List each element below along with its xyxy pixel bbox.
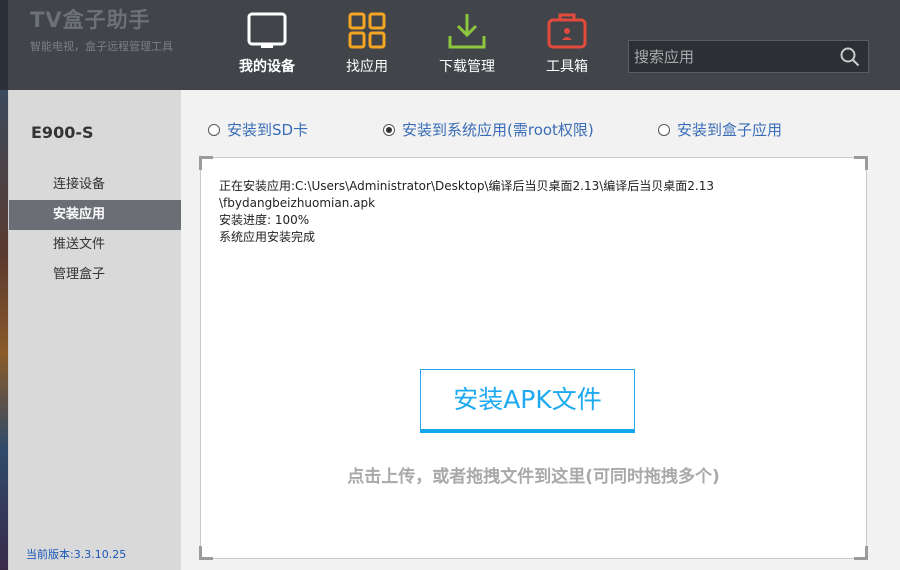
- header: TV盒子助手 智能电视，盒子远程管理工具 我的设备 找应用 下载管理 工具箱 搜…: [8, 0, 900, 90]
- nav-download-manager[interactable]: 下载管理: [422, 0, 512, 90]
- option-install-system[interactable]: 安装到系统应用(需root权限): [383, 119, 594, 140]
- install-apk-button[interactable]: 安装APK文件: [420, 369, 635, 433]
- option-install-sd[interactable]: 安装到SD卡: [208, 119, 308, 140]
- log-line: 正在安装应用:C:\Users\Administrator\Desktop\编译…: [219, 179, 715, 193]
- nav-label: 我的设备: [239, 59, 295, 75]
- file-drop-area[interactable]: 正在安装应用:C:\Users\Administrator\Desktop\编译…: [199, 156, 868, 560]
- search-box: [628, 40, 869, 73]
- sidebar: E900-S 连接设备 安装应用 推送文件 管理盒子 当前版本:3.3.10.2…: [8, 90, 182, 570]
- toolbox-icon: [547, 13, 587, 49]
- corner-bracket: [199, 156, 213, 170]
- nav-label: 下载管理: [439, 59, 495, 75]
- sidebar-item-install-app[interactable]: 安装应用: [9, 200, 182, 230]
- log-line: 系统应用安装完成: [219, 230, 316, 244]
- nav-find-apps[interactable]: 找应用: [322, 0, 412, 90]
- radio-button[interactable]: [208, 123, 220, 136]
- nav-my-devices[interactable]: 我的设备: [222, 0, 312, 90]
- option-install-box[interactable]: 安装到盒子应用: [658, 119, 782, 140]
- nav-label: 工具箱: [546, 59, 588, 75]
- install-log: 正在安装应用:C:\Users\Administrator\Desktop\编译…: [219, 178, 839, 246]
- search-input[interactable]: [629, 41, 834, 72]
- drop-hint: 点击上传，或者拖拽文件到这里(可同时拖拽多个): [347, 467, 720, 487]
- sidebar-menu: 连接设备 安装应用 推送文件 管理盒子: [9, 170, 182, 290]
- radio-button[interactable]: [658, 123, 670, 136]
- corner-bracket: [854, 546, 868, 560]
- nav-label: 找应用: [346, 59, 388, 75]
- radio-button-checked[interactable]: [383, 123, 395, 136]
- tablet-icon: [247, 12, 287, 48]
- option-label: 安装到SD卡: [227, 121, 309, 139]
- log-line: 安装进度: 100%: [219, 213, 310, 227]
- main-panel: 安装到SD卡 安装到系统应用(需root权限) 安装到盒子应用 正在安装应用:C…: [181, 90, 900, 570]
- option-label: 安装到盒子应用: [677, 121, 783, 139]
- version-label: 当前版本:3.3.10.25: [26, 548, 127, 561]
- corner-bracket: [199, 546, 213, 560]
- download-icon: [448, 14, 486, 49]
- nav-toolbox[interactable]: 工具箱: [522, 0, 612, 90]
- sidebar-item-push-file[interactable]: 推送文件: [9, 230, 182, 260]
- brand-subtitle: 智能电视，盒子远程管理工具: [30, 40, 173, 53]
- corner-bracket: [854, 156, 868, 170]
- device-name: E900-S: [31, 123, 94, 142]
- sidebar-item-manage-box[interactable]: 管理盒子: [9, 260, 182, 290]
- grid-icon: [348, 12, 386, 49]
- brand: TV盒子助手 智能电视，盒子远程管理工具: [30, 4, 173, 54]
- search-icon[interactable]: [840, 47, 860, 67]
- sidebar-item-connect-device[interactable]: 连接设备: [9, 170, 182, 200]
- option-label: 安装到系统应用(需root权限): [402, 121, 594, 139]
- log-line: \fbydangbeizhuomian.apk: [219, 196, 376, 210]
- app-window: TV盒子助手 智能电视，盒子远程管理工具 我的设备 找应用 下载管理 工具箱 搜…: [8, 0, 900, 570]
- brand-logo: TV盒子助手: [30, 8, 151, 32]
- desktop-background: [0, 90, 8, 570]
